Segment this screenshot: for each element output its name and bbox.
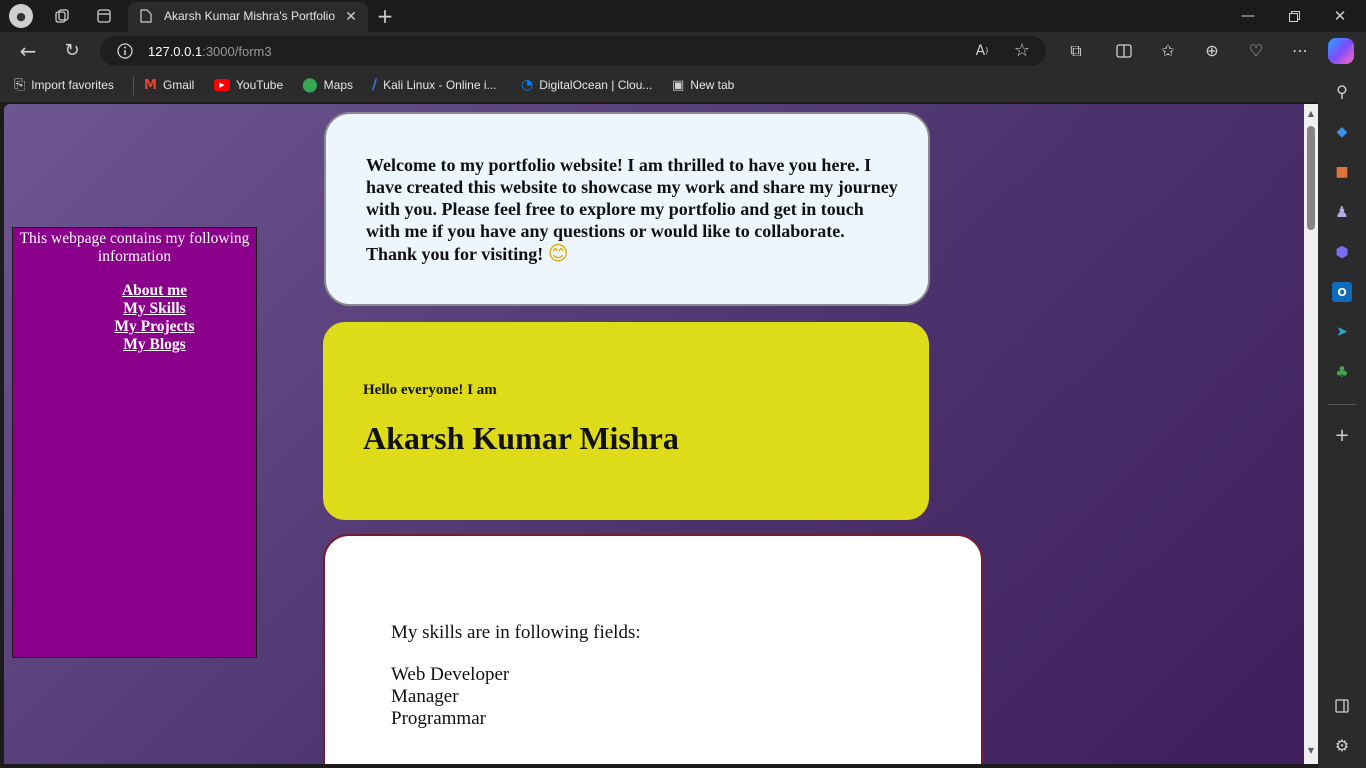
performance-icon[interactable]: ♡: [1246, 41, 1266, 61]
restore-icon[interactable]: [1284, 6, 1304, 26]
link-my-skills[interactable]: My Skills: [53, 300, 256, 318]
kali-icon: /: [372, 77, 378, 93]
hello-card: Hello everyone! I am Akarsh Kumar Mishra: [323, 322, 929, 520]
tools-icon[interactable]: ■: [1332, 162, 1352, 182]
skill-item: Programmar: [391, 708, 486, 729]
digitalocean-icon: ◔: [521, 77, 534, 93]
workspaces-icon[interactable]: [52, 6, 72, 26]
add-icon[interactable]: +: [1332, 426, 1352, 446]
favorite-label: YouTube: [236, 78, 284, 92]
send-icon[interactable]: ➤: [1332, 322, 1352, 342]
tab-title: Akarsh Kumar Mishra's Portfolio: [164, 9, 336, 23]
smile-emoji-icon: 😊: [547, 241, 569, 265]
favorite-label: Kali Linux - Online i...: [383, 78, 497, 92]
copilot-icon[interactable]: [1328, 38, 1354, 64]
skill-item: Web Developer: [391, 664, 510, 685]
favorite-label: Maps: [323, 78, 354, 92]
favorite-youtube[interactable]: ▶ YouTube: [214, 78, 283, 92]
shopping-icon[interactable]: ◆: [1332, 122, 1352, 142]
url-host: 127.0.0.1: [148, 44, 203, 59]
favorite-label: New tab: [690, 78, 735, 92]
favorite-label: Import favorites: [31, 78, 114, 92]
skill-item: Manager: [391, 686, 459, 707]
close-tab-icon[interactable]: ✕: [342, 8, 360, 26]
skills-heading: My skills are in following fields:: [391, 622, 641, 643]
copilot-sidebar-icon[interactable]: ⬢: [1332, 242, 1352, 262]
favorite-digitalocean[interactable]: ◔ DigitalOcean | Clou...: [521, 78, 652, 92]
scroll-up-icon[interactable]: ▲: [1305, 108, 1317, 120]
gmail-icon: M: [144, 77, 157, 93]
skills-card: My skills are in following fields: Web D…: [323, 534, 983, 764]
favorites-icon[interactable]: ✩: [1158, 41, 1178, 61]
games-icon[interactable]: ♟: [1332, 202, 1352, 222]
favorite-maps[interactable]: ⬤ Maps: [302, 78, 353, 92]
site-info-icon[interactable]: [116, 42, 134, 60]
maps-icon: ⬤: [302, 77, 318, 93]
welcome-message: Welcome to my portfolio website! I am th…: [366, 155, 898, 264]
scrollbar-thumb[interactable]: [1307, 126, 1315, 230]
scroll-down-icon[interactable]: ▼: [1305, 745, 1317, 757]
favorite-gmail[interactable]: M Gmail: [144, 78, 194, 92]
favorite-label: DigitalOcean | Clou...: [539, 78, 653, 92]
sidebar-separator: [1328, 404, 1356, 405]
search-icon[interactable]: ⚲: [1332, 82, 1352, 102]
settings-gear-icon[interactable]: ⚙: [1332, 736, 1352, 756]
link-about-me[interactable]: About me: [53, 282, 256, 300]
welcome-text-block: Welcome to my portfolio website! I am th…: [366, 154, 898, 265]
split-screen-icon[interactable]: [1114, 41, 1134, 61]
extensions-icon[interactable]: ⧉: [1066, 41, 1086, 61]
youtube-icon: ▶: [214, 79, 230, 91]
outlook-icon[interactable]: O: [1332, 282, 1352, 302]
back-icon[interactable]: ←: [16, 40, 40, 62]
hello-intro: Hello everyone! I am: [363, 382, 497, 398]
favorite-kali[interactable]: / Kali Linux - Online i...: [372, 78, 497, 92]
refresh-icon[interactable]: ↻: [60, 40, 84, 62]
tree-icon[interactable]: ♣: [1332, 362, 1352, 382]
tab-actions-icon[interactable]: [94, 6, 114, 26]
info-box-text: This webpage contains my following infor…: [19, 230, 250, 265]
favorite-label: Gmail: [162, 78, 195, 92]
url-path: :3000/form3: [202, 44, 272, 59]
hello-name: Akarsh Kumar Mishra: [363, 420, 679, 456]
profile-avatar[interactable]: ●: [9, 4, 33, 28]
info-box: This webpage contains my following infor…: [12, 227, 257, 658]
close-window-icon[interactable]: ✕: [1330, 6, 1350, 26]
url-text[interactable]: 127.0.0.1:3000/form3: [148, 43, 272, 61]
favorite-import[interactable]: ⎘ Import favorites: [14, 78, 114, 92]
favorites-separator: [133, 77, 134, 95]
more-icon[interactable]: ⋯: [1290, 41, 1310, 61]
link-my-projects[interactable]: My Projects: [53, 318, 256, 336]
welcome-card: Welcome to my portfolio website! I am th…: [324, 112, 930, 306]
link-my-blogs[interactable]: My Blogs: [53, 336, 256, 354]
new-tab-icon: ▣: [672, 77, 685, 93]
collections-icon[interactable]: ⊕: [1202, 41, 1222, 61]
read-aloud-icon[interactable]: A): [972, 42, 992, 60]
skills-list: Web Developer Manager Programmar: [391, 664, 509, 730]
import-icon: ⎘: [14, 77, 26, 93]
page-viewport: This webpage contains my following infor…: [4, 104, 1304, 764]
favorite-new-tab[interactable]: ▣ New tab: [672, 78, 734, 92]
page-icon: [138, 8, 154, 24]
hide-sidebar-icon[interactable]: [1332, 696, 1352, 716]
favorite-star-icon[interactable]: ☆: [1012, 41, 1032, 61]
new-tab-icon[interactable]: +: [374, 5, 396, 27]
minimize-icon[interactable]: —: [1238, 6, 1258, 26]
